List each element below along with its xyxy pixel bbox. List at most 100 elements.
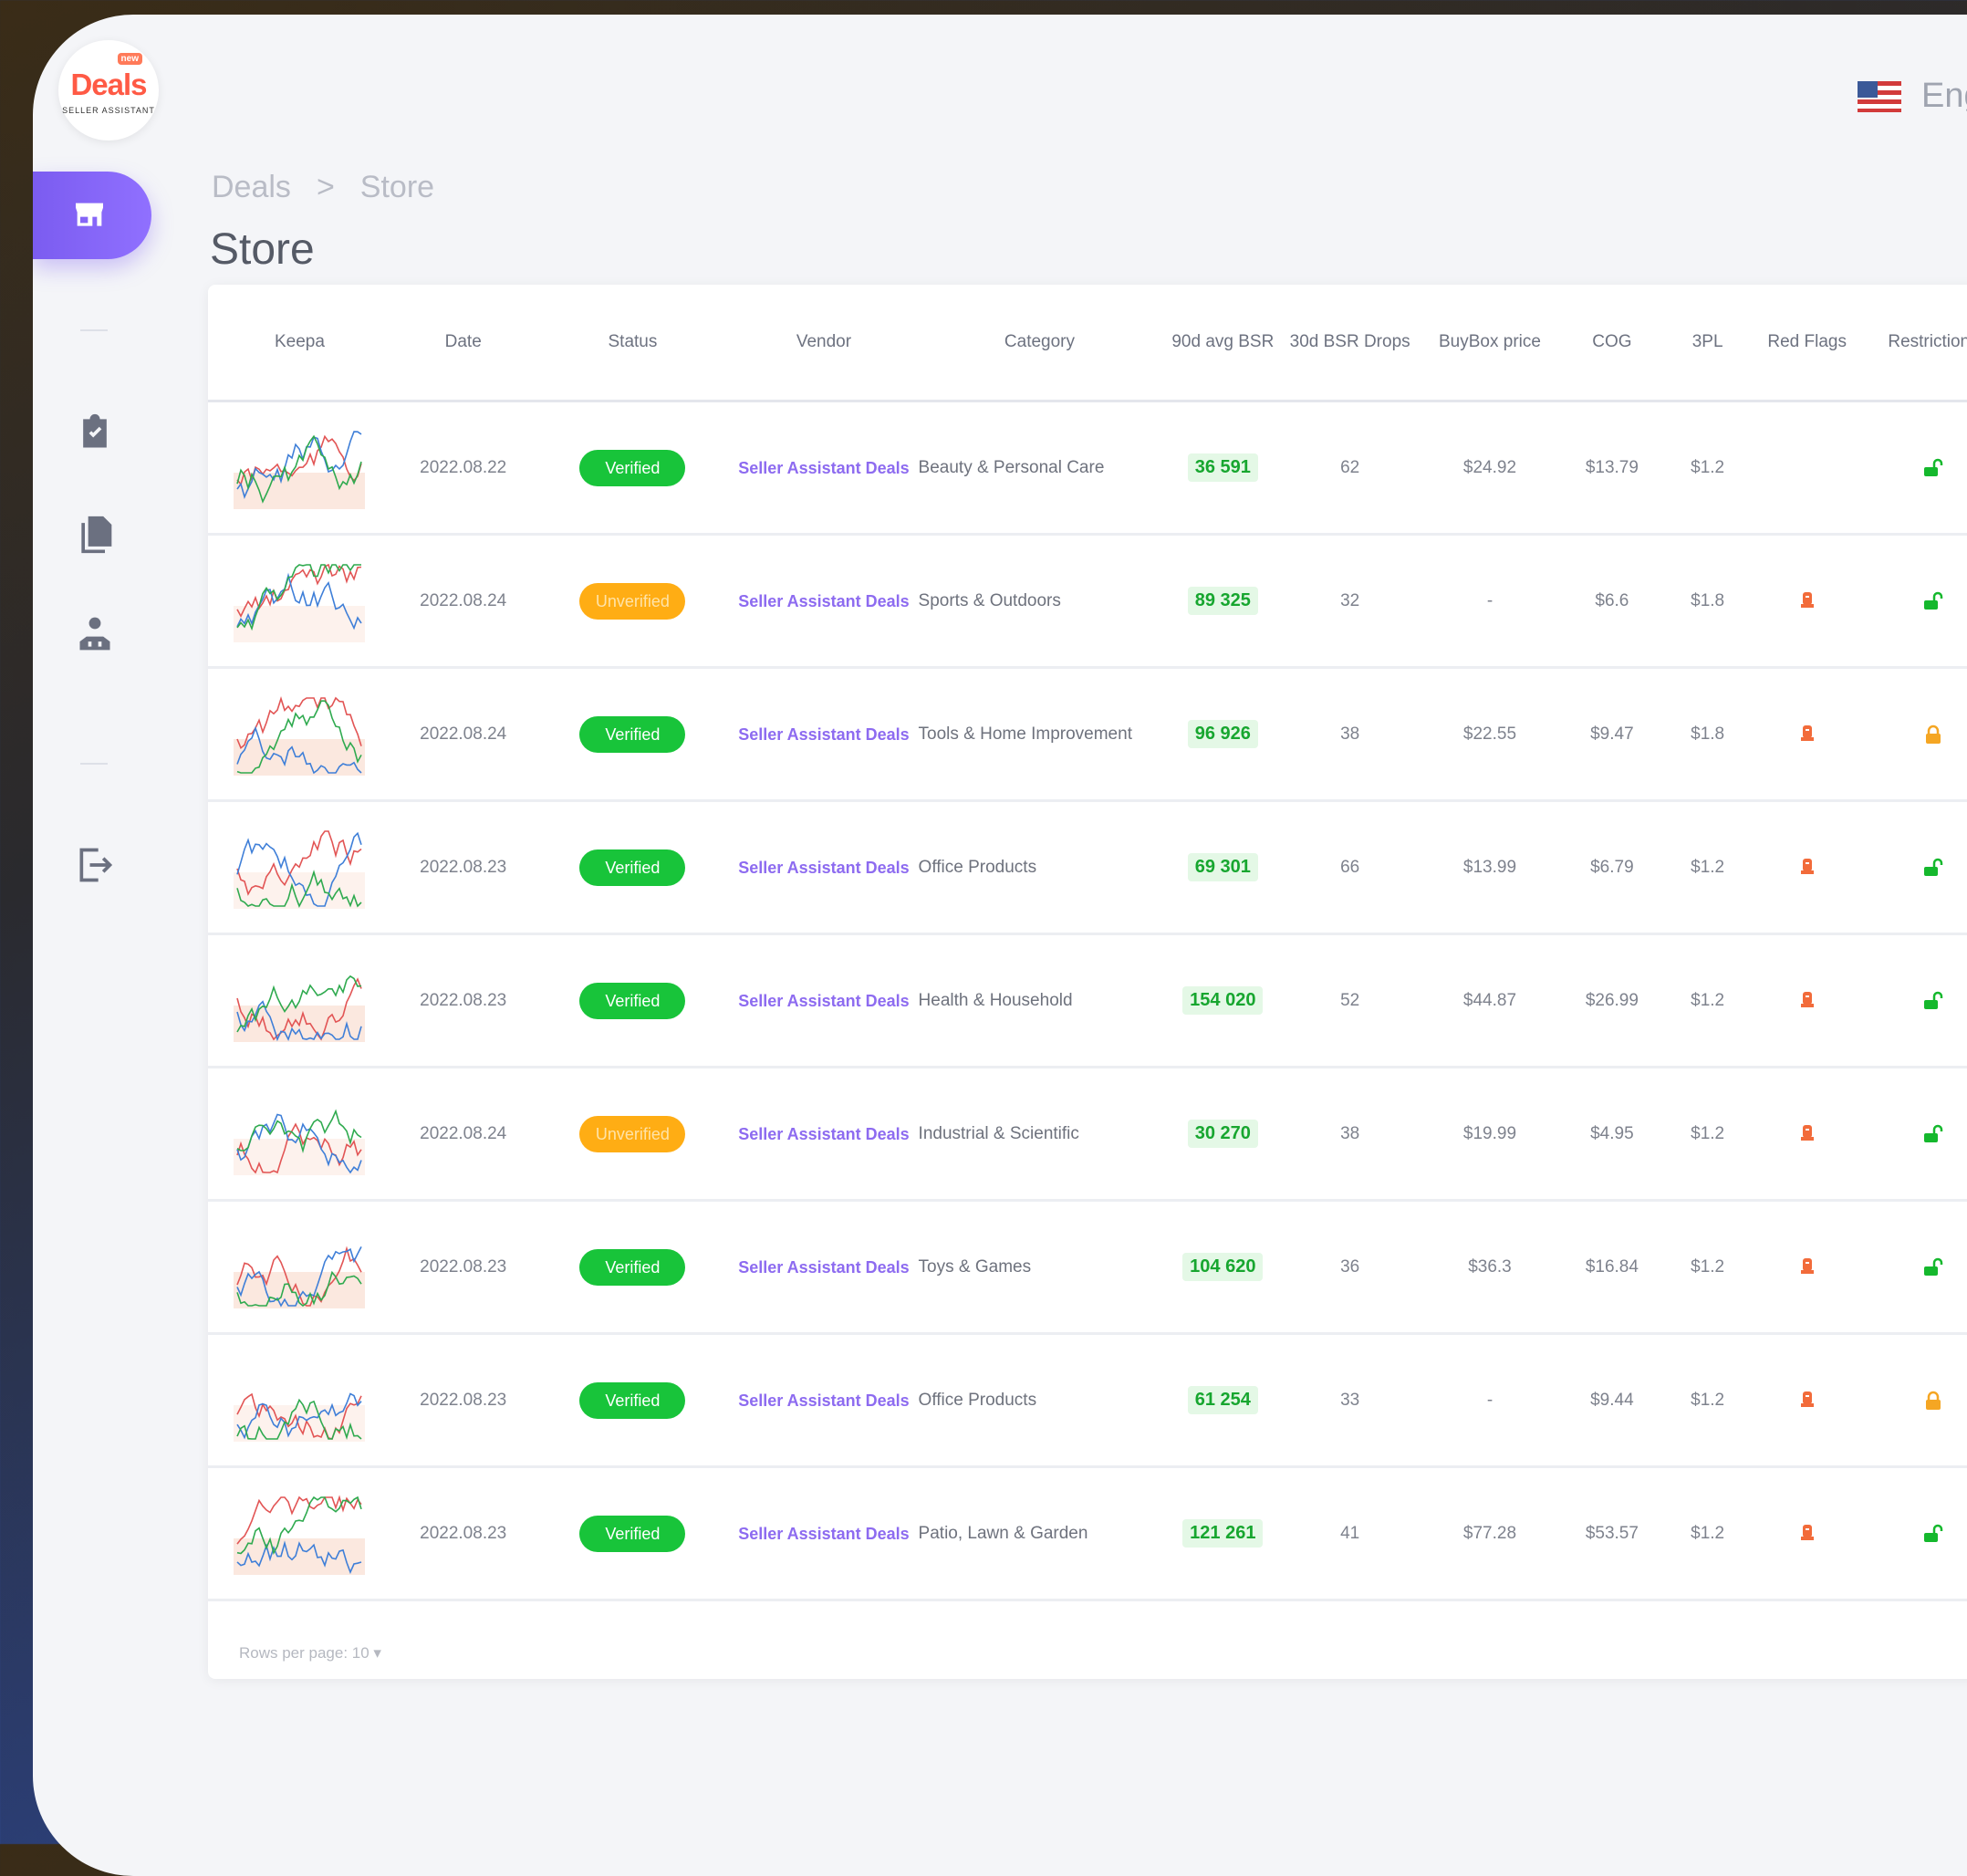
restrictions-cell — [1858, 800, 1967, 935]
deals-logo[interactable]: new Deals SELLER ASSISTANT — [58, 40, 159, 141]
bsr-badge: 154 020 — [1182, 986, 1264, 1015]
status-badge: Verified — [579, 849, 686, 886]
vendor-link[interactable]: Seller Assistant Deals — [738, 1256, 909, 1278]
cog-cell: $6.79 — [1563, 800, 1660, 935]
cog-cell: $53.57 — [1563, 1466, 1660, 1601]
vendor-link[interactable]: Seller Assistant Deals — [738, 457, 909, 479]
category-label: Toys & Games — [918, 1256, 1032, 1277]
red-flags-cell — [1754, 933, 1859, 1068]
red-flag-icon[interactable] — [1799, 1523, 1816, 1543]
keepa-chart-thumbnail[interactable] — [234, 1355, 366, 1446]
table-row[interactable]: 2022.08.23 Verified Seller Assistant Deals… — [208, 933, 1967, 1068]
table-row[interactable]: 2022.08.22 Verified Seller Assistant Deals… — [208, 401, 1967, 536]
red-flag-icon[interactable] — [1799, 724, 1816, 744]
vendor-cell: Seller Assistant Deals — [730, 1333, 918, 1468]
buybox-price-cell: $22.55 — [1415, 667, 1564, 802]
keepa-chart-thumbnail[interactable] — [234, 1488, 366, 1579]
vendor-cell: Seller Assistant Deals — [730, 800, 918, 935]
table-row[interactable]: 2022.08.24 Unverified Seller Assistant Dea… — [208, 534, 1967, 669]
tpl-cell: $1.2 — [1660, 401, 1755, 536]
red-flags-cell — [1754, 1200, 1859, 1335]
table-row[interactable]: 2022.08.23 Verified Seller Assistant Deals… — [208, 1466, 1967, 1601]
tpl-cell: $1.2 — [1660, 1067, 1755, 1202]
tpl-cell: $1.2 — [1660, 1466, 1755, 1601]
bsr-badge: 30 270 — [1187, 1120, 1258, 1148]
vendor-cell: Seller Assistant Deals — [730, 933, 918, 1068]
red-flag-icon[interactable] — [1799, 1123, 1816, 1143]
status-badge: Verified — [579, 1381, 686, 1419]
vendor-link[interactable]: Seller Assistant Deals — [738, 1123, 909, 1145]
restrictions-cell — [1858, 1466, 1967, 1601]
breadcrumb-root[interactable]: Deals — [212, 170, 291, 204]
lock-icon[interactable] — [1922, 1390, 1944, 1412]
nav-store[interactable] — [33, 172, 151, 259]
status-badge: Unverified — [579, 1115, 686, 1152]
unlock-icon[interactable] — [1922, 457, 1944, 479]
bsr-badge: 36 591 — [1187, 453, 1258, 482]
unlock-icon[interactable] — [1922, 1123, 1944, 1145]
vendor-link[interactable]: Seller Assistant Deals — [738, 857, 909, 879]
rows-per-page[interactable]: Rows per page: 10 ▾ — [239, 1644, 381, 1662]
page-title: Store — [210, 225, 315, 274]
red-flag-icon[interactable] — [1799, 1256, 1816, 1277]
unlock-icon[interactable] — [1922, 1523, 1944, 1545]
restrictions-cell — [1858, 401, 1967, 536]
table-row[interactable]: 2022.08.23 Verified Seller Assistant Deals… — [208, 1200, 1967, 1335]
restrictions-cell — [1858, 1333, 1967, 1468]
vendor-link[interactable]: Seller Assistant Deals — [738, 1390, 909, 1412]
bsr-cell: 104 620 — [1161, 1200, 1285, 1335]
unlock-icon[interactable] — [1922, 990, 1944, 1012]
buybox-price-cell: - — [1415, 1333, 1564, 1468]
table-row[interactable]: 2022.08.24 Unverified Seller Assistant Dea… — [208, 1067, 1967, 1202]
vendor-link[interactable]: Seller Assistant Deals — [738, 990, 909, 1012]
keepa-chart-thumbnail[interactable] — [234, 422, 366, 514]
bsr-drops-cell: 33 — [1284, 1333, 1416, 1468]
keepa-chart-thumbnail[interactable] — [234, 556, 366, 647]
column-header: Status — [535, 285, 731, 402]
date-cell: 2022.08.23 — [390, 933, 536, 1068]
red-flags-cell — [1754, 401, 1859, 536]
category-label: Beauty & Personal Care — [918, 457, 1105, 477]
tpl-cell: $1.2 — [1660, 1200, 1755, 1335]
vendor-link[interactable]: Seller Assistant Deals — [738, 724, 909, 745]
unlock-icon[interactable] — [1922, 590, 1944, 612]
cog-cell: $16.84 — [1563, 1200, 1660, 1335]
users-icon[interactable] — [75, 613, 115, 653]
column-header: 90d avg BSR — [1161, 285, 1285, 402]
category-label: Patio, Lawn & Garden — [918, 1523, 1088, 1543]
table-row[interactable]: 2022.08.23 Verified Seller Assistant Deals… — [208, 800, 1967, 935]
red-flag-icon[interactable] — [1799, 590, 1816, 610]
status-cell: Verified — [535, 1466, 731, 1601]
date-cell: 2022.08.24 — [390, 534, 536, 669]
keepa-chart-thumbnail[interactable] — [234, 955, 366, 1047]
bsr-cell: 154 020 — [1161, 933, 1285, 1068]
keepa-chart-thumbnail[interactable] — [234, 689, 366, 780]
red-flag-icon[interactable] — [1799, 1390, 1816, 1410]
buybox-price-cell: $24.92 — [1415, 401, 1564, 536]
red-flag-icon[interactable] — [1799, 990, 1816, 1010]
task-check-icon[interactable] — [75, 412, 115, 453]
store-table-card: Keepa Date Status Vendor Category 90d avg BSR… — [208, 285, 1967, 1679]
unlock-icon[interactable] — [1922, 857, 1944, 879]
category-label: Industrial & Scientific — [918, 1123, 1079, 1143]
table-row[interactable]: 2022.08.24 Verified Seller Assistant Deals… — [208, 667, 1967, 802]
keepa-chart-thumbnail[interactable] — [234, 822, 366, 913]
documents-icon[interactable] — [75, 513, 115, 557]
bsr-cell: 30 270 — [1161, 1067, 1285, 1202]
category-label: Health & Household — [918, 990, 1073, 1010]
vendor-cell: Seller Assistant Deals — [730, 667, 918, 802]
language-selector[interactable]: Eng — [1858, 77, 1967, 116]
vendor-link[interactable]: Seller Assistant Deals — [738, 590, 909, 612]
lock-icon[interactable] — [1922, 724, 1944, 745]
keepa-chart-thumbnail[interactable] — [234, 1089, 366, 1180]
buybox-price-cell: $36.3 — [1415, 1200, 1564, 1335]
unlock-icon[interactable] — [1922, 1256, 1944, 1278]
vendor-link[interactable]: Seller Assistant Deals — [738, 1523, 909, 1545]
logout-icon[interactable] — [75, 845, 115, 885]
status-cell: Verified — [535, 933, 731, 1068]
red-flag-icon[interactable] — [1799, 857, 1816, 877]
keepa-chart-thumbnail[interactable] — [234, 1222, 366, 1313]
restrictions-cell — [1858, 1200, 1967, 1335]
keepa-cell — [208, 1466, 391, 1601]
table-row[interactable]: 2022.08.23 Verified Seller Assistant Deals… — [208, 1333, 1967, 1468]
